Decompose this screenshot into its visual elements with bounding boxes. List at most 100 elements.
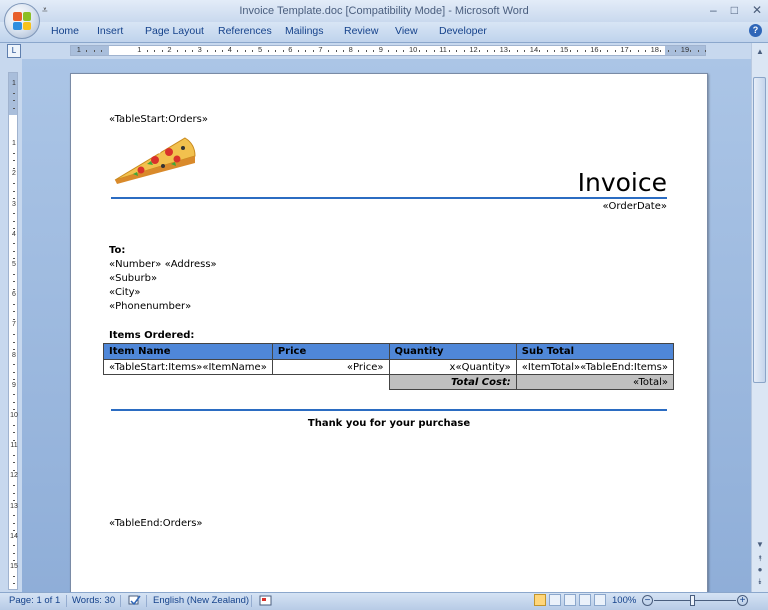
ruler-tick xyxy=(13,545,15,547)
divider xyxy=(66,595,67,607)
ruler-number: 16 xyxy=(590,45,599,54)
ruler-tick xyxy=(13,160,15,162)
ruler-tick xyxy=(524,50,526,52)
ruler-tick xyxy=(13,333,15,335)
ruler-tick xyxy=(509,50,511,52)
table-end-orders-field[interactable]: «TableEnd:Orders» xyxy=(109,518,203,529)
macro-recording-icon[interactable] xyxy=(259,595,272,607)
ruler-tick xyxy=(13,530,15,532)
total-field[interactable]: «Total» xyxy=(515,374,675,390)
zoom-out-button[interactable]: − xyxy=(642,595,653,606)
divider xyxy=(251,595,252,607)
ruler-tick xyxy=(463,50,465,52)
tab-page-layout[interactable]: Page Layout xyxy=(145,25,204,37)
ruler-tick xyxy=(13,575,15,577)
ruler-tick xyxy=(13,281,15,283)
table-start-orders-field[interactable]: «TableStart:Orders» xyxy=(109,114,208,125)
tab-review[interactable]: Review xyxy=(344,25,378,37)
tab-home[interactable]: Home xyxy=(51,25,79,37)
tab-insert[interactable]: Insert xyxy=(97,25,123,37)
ruler-tick xyxy=(176,50,178,52)
city-field[interactable]: «City» xyxy=(109,287,140,298)
suburb-field[interactable]: «Suburb» xyxy=(109,273,157,284)
ruler-number: 10 xyxy=(409,45,418,54)
sub-total-cell[interactable]: «ItemTotal»«TableEnd:Items» xyxy=(515,359,675,375)
phone-field[interactable]: «Phonenumber» xyxy=(109,301,191,312)
ruler-tick xyxy=(456,50,458,52)
ruler-number: 2 xyxy=(12,170,16,178)
window-title: Invoice Template.doc [Compatibility Mode… xyxy=(239,5,529,17)
tab-selector-button[interactable]: L xyxy=(7,44,21,58)
zoom-level[interactable]: 100% xyxy=(612,595,636,606)
ruler-number: 14 xyxy=(10,532,18,540)
close-button[interactable]: ✕ xyxy=(752,3,762,17)
tab-view[interactable]: View xyxy=(395,25,418,37)
zoom-slider-thumb[interactable] xyxy=(690,595,695,606)
proofing-icon[interactable] xyxy=(128,595,141,607)
ruler-tick xyxy=(237,50,239,52)
ruler-tick xyxy=(312,50,314,52)
ruler-tick xyxy=(184,50,186,52)
ruler-tick xyxy=(192,50,194,52)
horizontal-ruler[interactable]: 1 1 2 3 4 5 6 7 8 9 10 11 12 13 14 15 16 17 18 19 xyxy=(70,45,707,56)
ruler-tick xyxy=(252,50,254,52)
ruler-tick xyxy=(222,50,224,52)
ruler-number: 1 xyxy=(12,140,16,148)
office-button[interactable] xyxy=(4,3,40,39)
ruler-tick xyxy=(554,50,556,52)
scroll-down-icon[interactable]: ▼ xyxy=(752,540,768,549)
ruler-tick xyxy=(690,50,692,52)
ruler-tick xyxy=(13,409,15,411)
tab-mailings[interactable]: Mailings xyxy=(285,25,324,37)
ruler-tick xyxy=(282,50,284,52)
scrollbar-thumb[interactable] xyxy=(753,77,766,383)
minimize-button[interactable]: – xyxy=(710,3,717,17)
previous-page-icon[interactable]: ⯭ xyxy=(752,554,768,564)
maximize-button[interactable]: □ xyxy=(731,3,738,17)
quantity-cell[interactable]: x«Quantity» xyxy=(388,359,517,375)
ruler-tick xyxy=(629,50,631,52)
price-cell[interactable]: «Price» xyxy=(271,359,390,375)
zoom-in-button[interactable]: + xyxy=(737,595,748,606)
print-layout-view-button[interactable] xyxy=(534,594,546,606)
scroll-up-icon[interactable]: ▲ xyxy=(752,47,768,56)
ruler-tick xyxy=(86,50,88,52)
order-date-field[interactable]: «OrderDate» xyxy=(602,201,667,212)
ruler-number: 13 xyxy=(10,502,18,510)
address-field[interactable]: «Number» «Address» xyxy=(109,259,217,270)
total-row: Total Cost: «Total» xyxy=(104,374,675,390)
tab-references[interactable]: References xyxy=(218,25,272,37)
full-screen-reading-view-button[interactable] xyxy=(549,594,561,606)
document-page[interactable]: «TableStart:Orders» Invoice «OrderDate» … xyxy=(70,73,708,594)
ruler-tick xyxy=(13,560,15,562)
language-indicator[interactable]: English (New Zealand) xyxy=(153,595,249,606)
title-bar: ⩡ Invoice Template.doc [Compatibility Mo… xyxy=(0,0,768,22)
outline-view-button[interactable] xyxy=(579,594,591,606)
word-count[interactable]: Words: 30 xyxy=(72,595,115,606)
ruler-tick xyxy=(13,303,15,305)
draft-view-button[interactable] xyxy=(594,594,606,606)
ruler-tick xyxy=(546,50,548,52)
ruler-tick xyxy=(395,50,397,52)
ruler-number: 19 xyxy=(680,45,690,54)
next-page-icon[interactable]: ⯯ xyxy=(752,577,768,587)
vertical-scrollbar[interactable]: ▲ ▼ ⯭ ● ⯯ xyxy=(751,43,768,592)
item-name-cell[interactable]: «TableStart:Items»«ItemName» xyxy=(103,359,273,375)
tab-developer[interactable]: Developer xyxy=(439,25,487,37)
ruler-number: 5 xyxy=(258,45,263,54)
ruler-number: 1 xyxy=(137,45,142,54)
ruler-number: 12 xyxy=(469,45,478,54)
ruler-tick xyxy=(418,50,420,52)
web-layout-view-button[interactable] xyxy=(564,594,576,606)
ruler-number: 15 xyxy=(560,45,569,54)
ruler-number: 8 xyxy=(348,45,353,54)
help-icon[interactable]: ? xyxy=(749,24,762,37)
zoom-slider-track[interactable] xyxy=(654,600,736,601)
ruler-tick xyxy=(637,50,639,52)
ruler-tick xyxy=(13,552,15,554)
table-row: «TableStart:Items»«ItemName» «Price» x«Q… xyxy=(103,359,675,375)
ruler-tick xyxy=(275,50,277,52)
select-browse-object-icon[interactable]: ● xyxy=(752,565,768,574)
vertical-ruler[interactable]: 1 1 2 3 4 5 6 7 8 9 10 11 12 13 14 15 xyxy=(8,72,18,590)
page-count[interactable]: Page: 1 of 1 xyxy=(9,595,60,606)
